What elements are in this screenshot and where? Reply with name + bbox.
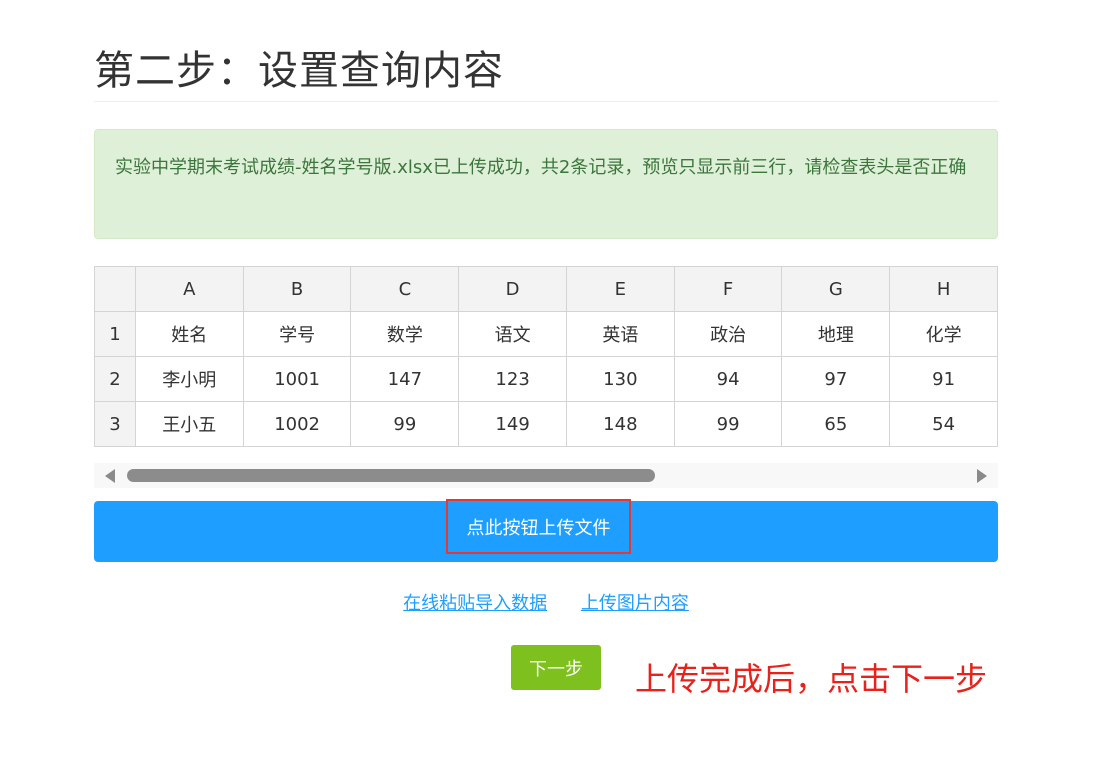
table-cell: 130 bbox=[565, 356, 675, 402]
table-cell: 李小明 bbox=[134, 356, 244, 402]
table-cell: 英语 bbox=[565, 311, 675, 357]
row-number: 1 bbox=[94, 311, 136, 357]
scroll-left-arrow-icon[interactable] bbox=[105, 469, 115, 483]
column-header-row: A B C D E F G H bbox=[94, 266, 998, 312]
row-number: 2 bbox=[94, 356, 136, 402]
table-cell: 123 bbox=[458, 356, 567, 402]
upload-button-label: 点此按钮上传文件 bbox=[446, 499, 631, 554]
corner-cell bbox=[94, 266, 136, 312]
table-cell: 1002 bbox=[242, 401, 352, 447]
scrollbar-thumb[interactable] bbox=[127, 469, 655, 482]
table-cell: 语文 bbox=[458, 311, 567, 357]
column-header: F bbox=[673, 266, 783, 312]
preview-table: A B C D E F G H 1 姓名 学号 数学 语文 英语 政治 地理 化… bbox=[94, 266, 998, 452]
upload-image-link[interactable]: 上传图片内容 bbox=[581, 593, 689, 614]
table-cell: 学号 bbox=[242, 311, 352, 357]
table-cell: 91 bbox=[889, 356, 998, 402]
table-cell: 1001 bbox=[242, 356, 352, 402]
title-divider bbox=[94, 101, 998, 102]
alternative-input-links: 在线粘贴导入数据 上传图片内容 bbox=[94, 589, 998, 615]
upload-success-alert: 实验中学期末考试成绩-姓名学号版.xlsx已上传成功，共2条记录，预览只显示前三… bbox=[94, 129, 998, 239]
table-row: 3 王小五 1002 99 149 148 99 65 54 bbox=[94, 401, 998, 447]
table-cell: 王小五 bbox=[134, 401, 244, 447]
column-header: G bbox=[781, 266, 891, 312]
column-header: D bbox=[458, 266, 567, 312]
table-cell: 54 bbox=[889, 401, 998, 447]
table-row: 1 姓名 学号 数学 语文 英语 政治 地理 化学 bbox=[94, 311, 998, 357]
column-header: H bbox=[889, 266, 998, 312]
table-cell: 姓名 bbox=[134, 311, 244, 357]
table-cell: 99 bbox=[350, 401, 460, 447]
table-row: 2 李小明 1001 147 123 130 94 97 91 bbox=[94, 356, 998, 402]
upload-file-button[interactable]: 点此按钮上传文件 bbox=[94, 499, 998, 562]
column-header: A bbox=[134, 266, 244, 312]
table-cell: 政治 bbox=[673, 311, 783, 357]
row-number: 3 bbox=[94, 401, 136, 447]
column-header: C bbox=[350, 266, 460, 312]
horizontal-scrollbar[interactable] bbox=[94, 463, 998, 488]
table-cell: 65 bbox=[781, 401, 891, 447]
table-cell: 数学 bbox=[350, 311, 460, 357]
table-cell: 化学 bbox=[889, 311, 998, 357]
table-cell: 149 bbox=[458, 401, 567, 447]
page-title: 第二步：设置查询内容 bbox=[94, 48, 504, 94]
table-cell: 94 bbox=[673, 356, 783, 402]
alert-message: 实验中学期末考试成绩-姓名学号版.xlsx已上传成功，共2条记录，预览只显示前三… bbox=[115, 157, 967, 178]
table-cell: 147 bbox=[350, 356, 460, 402]
instruction-annotation: 上传完成后，点击下一步 bbox=[635, 660, 988, 698]
table-cell: 97 bbox=[781, 356, 891, 402]
table-cell: 99 bbox=[673, 401, 783, 447]
table-cell: 地理 bbox=[781, 311, 891, 357]
column-header: B bbox=[242, 266, 352, 312]
paste-import-link[interactable]: 在线粘贴导入数据 bbox=[403, 593, 547, 614]
table-cell: 148 bbox=[565, 401, 675, 447]
column-header: E bbox=[565, 266, 675, 312]
next-step-button[interactable]: 下一步 bbox=[511, 645, 601, 690]
scroll-right-arrow-icon[interactable] bbox=[977, 469, 987, 483]
